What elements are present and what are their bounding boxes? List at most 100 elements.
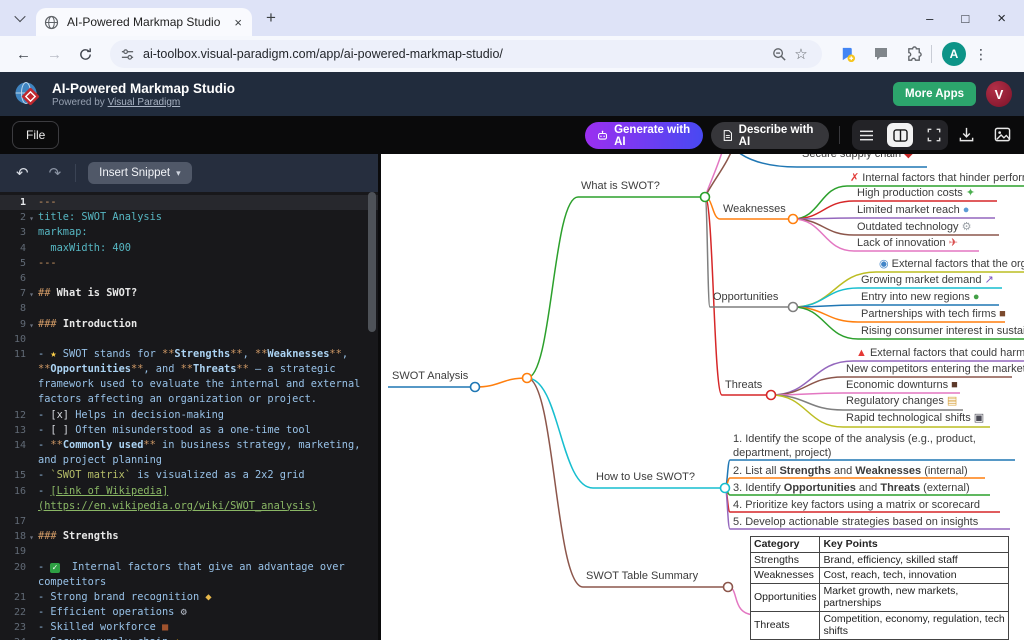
node-circle-what-is-swot[interactable] bbox=[701, 193, 710, 202]
url-text[interactable]: ai-toolbox.visual-paradigm.com/app/ai-po… bbox=[143, 47, 768, 61]
link-weakness-4 bbox=[793, 219, 854, 235]
bookmark-star-icon[interactable]: ☆ bbox=[790, 43, 812, 65]
fold-chevron-icon[interactable]: ▾ bbox=[29, 287, 34, 302]
browser-menu-icon[interactable]: ⋮ bbox=[974, 46, 988, 63]
editor-view-icon[interactable] bbox=[859, 129, 874, 142]
node-label-threat-2[interactable]: New competitors entering the market ✈ bbox=[846, 362, 1024, 376]
panel-divider[interactable] bbox=[378, 154, 381, 640]
window-maximize-button[interactable]: □ bbox=[961, 11, 969, 26]
node-label-threat-5[interactable]: Rapid technological shifts ▣ bbox=[846, 411, 984, 425]
tab-search-button[interactable] bbox=[8, 6, 32, 30]
node-label-how-step-1[interactable]: 1. Identify the scope of the analysis (e… bbox=[733, 433, 1024, 460]
node-label-threats[interactable]: Threats bbox=[725, 378, 762, 392]
editor-line: 18▾### Strengths bbox=[0, 529, 378, 544]
node-label-what-is-swot[interactable]: What is SWOT? bbox=[581, 179, 660, 193]
node-label-weakness-5[interactable]: Lack of innovation ✈ bbox=[857, 236, 958, 250]
node-circle-root-junction[interactable] bbox=[523, 374, 532, 383]
node-label-opportunity-3[interactable]: Entry into new regions ● bbox=[861, 290, 980, 304]
new-tab-button[interactable]: + bbox=[266, 8, 276, 28]
node-circle-weaknesses[interactable] bbox=[789, 215, 798, 224]
browser-toolbar: ← → ai-toolbox.visual-paradigm.com/app/a… bbox=[0, 36, 1024, 72]
editor-scrollbar[interactable] bbox=[368, 192, 376, 332]
fold-chevron-icon[interactable]: ▾ bbox=[29, 318, 34, 333]
icon: ⚙ bbox=[962, 221, 972, 233]
link-what-is-swot bbox=[527, 197, 578, 378]
link-threat-4 bbox=[771, 395, 843, 410]
browser-tab[interactable]: AI-Powered Markmap Studio × bbox=[36, 8, 252, 36]
node-label-secure-supply-chain[interactable]: Secure supply chain ◆ bbox=[802, 154, 913, 161]
app-toolbar: File Generate with AI Describe with AI bbox=[0, 116, 1024, 154]
node-label-threat-4[interactable]: Regulatory changes ▤ bbox=[846, 394, 957, 408]
node-circle-threats[interactable] bbox=[767, 391, 776, 400]
node-circle-opportunities[interactable] bbox=[789, 303, 798, 312]
forward-button[interactable]: → bbox=[47, 46, 62, 63]
node-label-how-step-3[interactable]: 3. Identify Opportunities and Threats (e… bbox=[733, 481, 970, 495]
file-menu-button[interactable]: File bbox=[12, 121, 59, 149]
node-label-swot-table-summary[interactable]: SWOT Table Summary bbox=[586, 569, 698, 583]
profile-avatar[interactable]: A bbox=[942, 42, 966, 66]
node-label-how-step-2[interactable]: 2. List all Strengths and Weaknesses (in… bbox=[733, 464, 968, 478]
window-minimize-button[interactable]: – bbox=[926, 11, 933, 26]
node-label-opportunities[interactable]: Opportunities bbox=[713, 290, 778, 304]
extensions-puzzle-icon[interactable] bbox=[903, 43, 925, 65]
node-label-threat-3[interactable]: Economic downturns ■ bbox=[846, 378, 958, 392]
download-icon[interactable] bbox=[958, 126, 975, 143]
editor-line: 3markmap: bbox=[0, 225, 378, 240]
zoom-icon[interactable] bbox=[768, 43, 790, 65]
address-bar[interactable]: ai-toolbox.visual-paradigm.com/app/ai-po… bbox=[110, 40, 822, 68]
node-label-opportunity-4[interactable]: Partnerships with tech firms ■ bbox=[861, 307, 1006, 321]
node-label-opportunity-5[interactable]: Rising consumer interest in sustainabili bbox=[861, 324, 1024, 338]
back-button[interactable]: ← bbox=[16, 46, 31, 63]
app-logo bbox=[13, 79, 43, 109]
editor-line: competitors bbox=[0, 575, 378, 590]
node-circle-swot-table-summary[interactable] bbox=[724, 583, 733, 592]
node-label-opportunity-2[interactable]: Growing market demand ↗ bbox=[861, 273, 994, 287]
editor-line: **Opportunities**, and **Threats** — a s… bbox=[0, 362, 378, 377]
fold-chevron-icon[interactable]: ▾ bbox=[29, 530, 34, 545]
visual-paradigm-link[interactable]: Visual Paradigm bbox=[108, 97, 181, 108]
split-view-button-selected[interactable] bbox=[887, 123, 913, 147]
node-label-weakness-1[interactable]: ✗ Internal factors that hinder performa bbox=[850, 171, 1024, 185]
reload-button[interactable] bbox=[74, 43, 96, 65]
node-label-threat-1[interactable]: ▲ External factors that could harm the o… bbox=[856, 346, 1024, 360]
node-label-root[interactable]: SWOT Analysis bbox=[392, 369, 468, 383]
icon: ● bbox=[963, 204, 970, 216]
node-label-weakness-2[interactable]: High production costs ✦ bbox=[857, 186, 975, 200]
table-cell: Competition, economy, regulation, tech s… bbox=[820, 611, 1009, 639]
describe-with-ai-button[interactable]: Describe with AI bbox=[711, 122, 829, 149]
link-root-junction bbox=[475, 378, 527, 387]
node-circle-root[interactable] bbox=[471, 383, 480, 392]
link-secure-supply-chain bbox=[729, 154, 797, 167]
node-label-opportunity-1[interactable]: ◉ External factors that the organizatio bbox=[879, 257, 1024, 271]
node-label-weakness-3[interactable]: Limited market reach ● bbox=[857, 203, 969, 217]
table-cell: Threats bbox=[751, 611, 820, 639]
node-label-weakness-4[interactable]: Outdated technology ⚙ bbox=[857, 220, 971, 234]
node-label-how-step-4[interactable]: 4. Prioritize key factors using a matrix… bbox=[733, 498, 980, 512]
insert-snippet-button[interactable]: Insert Snippet▾ bbox=[88, 162, 192, 184]
window-close-button[interactable]: × bbox=[997, 10, 1006, 27]
node-circle-how-to-use-swot[interactable] bbox=[721, 484, 730, 493]
fold-chevron-icon[interactable]: ▾ bbox=[29, 211, 34, 226]
tab-close-button[interactable]: × bbox=[232, 15, 244, 30]
redo-button[interactable]: ↷ bbox=[49, 164, 62, 182]
editor-line: 15- `SWOT matrix` is visualized as a 2x2… bbox=[0, 468, 378, 483]
more-apps-button[interactable]: More Apps bbox=[893, 82, 976, 106]
export-image-icon[interactable] bbox=[994, 126, 1011, 143]
chevron-down-icon: ▾ bbox=[176, 168, 181, 179]
save-to-collection-icon[interactable] bbox=[836, 43, 858, 65]
icon: ◆ bbox=[904, 154, 912, 160]
undo-button[interactable]: ↶ bbox=[16, 164, 29, 182]
brand-avatar[interactable]: V bbox=[986, 81, 1012, 107]
table-cell: Cost, reach, tech, innovation bbox=[820, 568, 1009, 584]
code-editor[interactable]: 1---2▾title: SWOT Analysis3markmap:4 max… bbox=[0, 192, 378, 640]
table-row: StrengthsBrand, efficiency, skilled staf… bbox=[751, 552, 1009, 568]
table-header: Category bbox=[751, 537, 820, 553]
fullscreen-icon[interactable] bbox=[927, 128, 941, 142]
chat-icon[interactable] bbox=[870, 43, 892, 65]
node-label-how-to-use-swot[interactable]: How to Use SWOT? bbox=[596, 470, 695, 484]
site-settings-icon[interactable] bbox=[120, 47, 135, 62]
generate-with-ai-button[interactable]: Generate with AI bbox=[585, 122, 703, 149]
node-label-how-step-5[interactable]: 5. Develop actionable strategies based o… bbox=[733, 515, 978, 529]
markdown-editor-panel: ↶ ↷ Insert Snippet▾ 1---2▾title: SWOT An… bbox=[0, 154, 378, 640]
node-label-weaknesses[interactable]: Weaknesses bbox=[723, 202, 786, 216]
